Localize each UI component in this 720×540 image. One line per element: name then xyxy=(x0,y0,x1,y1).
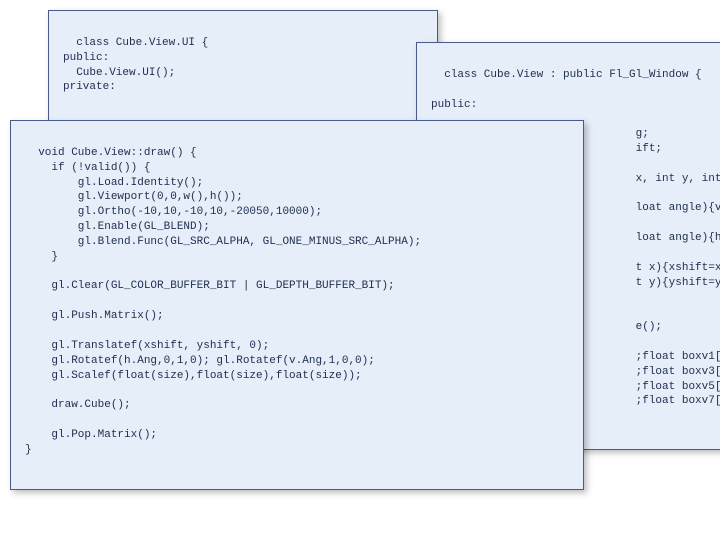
code-text: void Cube.View::draw() { if (!valid()) {… xyxy=(25,147,421,456)
code-card-draw-method: void Cube.View::draw() { if (!valid()) {… xyxy=(10,120,584,490)
